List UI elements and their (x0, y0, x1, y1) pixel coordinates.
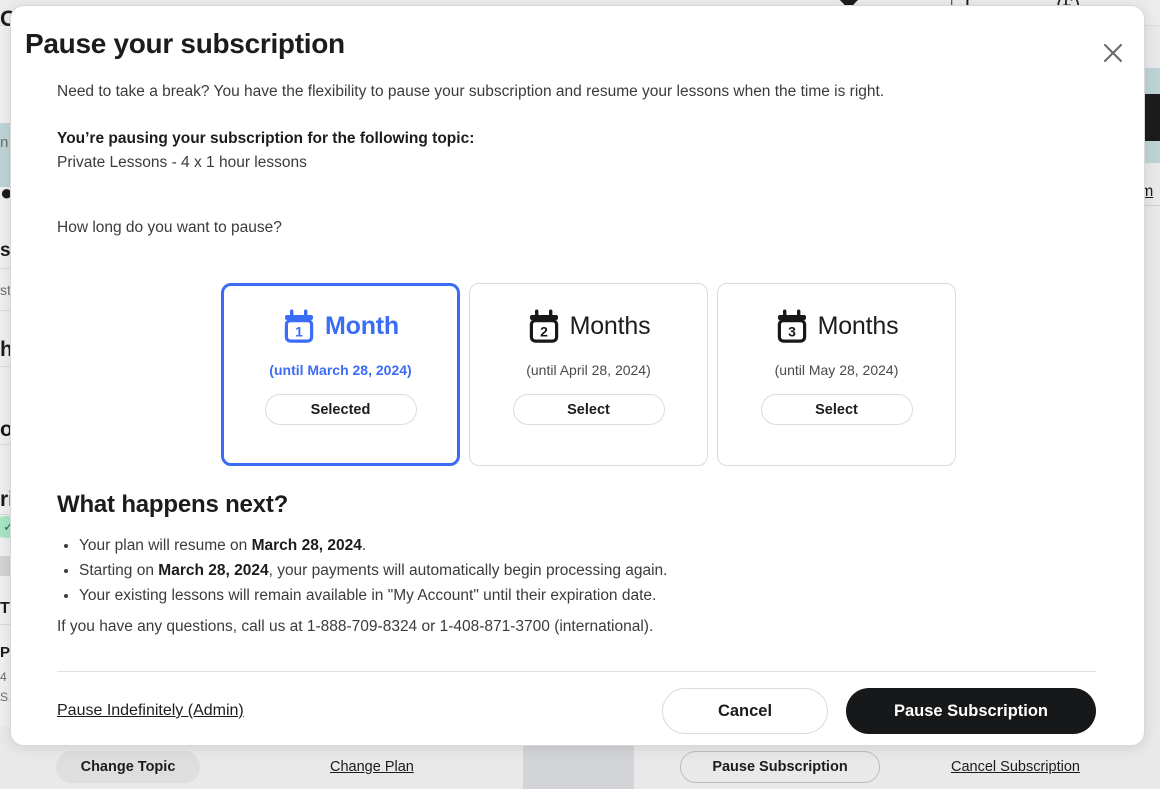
option-until-date: (until April 28, 2024) (526, 362, 651, 378)
cancel-button[interactable]: Cancel (662, 688, 828, 734)
calendar-2-icon: 2 (527, 308, 561, 344)
change-plan-link[interactable]: Change Plan (330, 751, 414, 783)
topic-label: You’re pausing your subscription for the… (57, 129, 475, 147)
pause-indefinitely-admin-link[interactable]: Pause Indefinitely (Admin) (57, 702, 244, 720)
duration-prompt: How long do you want to pause? (57, 218, 282, 236)
duration-options: 1 Month (until March 28, 2024) Selected (221, 283, 956, 466)
what-happens-next-list: Your plan will resume on March 28, 2024.… (57, 533, 1108, 608)
pause-subscription-button[interactable]: Pause Subscription (680, 751, 880, 783)
topic-value: Private Lessons - 4 x 1 hour lessons (57, 153, 307, 171)
screen-root: ✖ ❐ (£) O n ●O st st h os ri ✓ T P 4 S m (0, 0, 1160, 789)
option-header: 2 Months (527, 308, 651, 344)
calendar-1-icon: 1 (282, 308, 316, 344)
bullet-post-text: . (361, 537, 367, 554)
what-happens-next-title: What happens next? (57, 491, 289, 518)
modal-title: Pause your subscription (25, 28, 345, 59)
change-topic-button[interactable]: Change Topic (56, 751, 200, 783)
option-title: Months (569, 311, 651, 340)
bullet-bold-text: March 28, 2024 (158, 562, 269, 580)
duration-option-3-months[interactable]: 3 Months (until May 28, 2024) Select (717, 283, 956, 466)
background-action-bar: Change Topic Change Plan Pause Subscript… (0, 745, 1160, 789)
bullet-pre-text: Starting on (79, 562, 159, 580)
option-header: 1 Month (282, 308, 399, 344)
option-until-date: (until May 28, 2024) (774, 362, 899, 378)
calendar-badge-number: 1 (295, 323, 303, 339)
option-until-date: (until March 28, 2024) (269, 362, 412, 378)
list-item: Your plan will resume on March 28, 2024. (79, 533, 1108, 558)
option-title: Months (817, 311, 899, 340)
modal-body: Need to take a break? You have the flexi… (57, 82, 1108, 239)
list-item: Your existing lessons will remain availa… (79, 583, 1108, 608)
bullet-post-text: , your payments will automatically begin… (268, 562, 668, 580)
option-header: 3 Months (775, 308, 899, 344)
option-title: Month (325, 311, 399, 340)
modal-intro-text: Need to take a break? You have the flexi… (57, 83, 885, 100)
pause-subscription-modal: Pause your subscription Need to take a b… (10, 5, 1145, 746)
calendar-3-icon: 3 (775, 308, 809, 344)
calendar-badge-number: 2 (540, 323, 548, 339)
background-action-bar-block (523, 745, 634, 789)
cancel-subscription-link[interactable]: Cancel Subscription (951, 751, 1080, 783)
list-item: Starting on March 28, 2024, your payment… (79, 558, 1108, 583)
option-select-button[interactable]: Select (760, 394, 913, 425)
close-icon[interactable] (1096, 36, 1130, 70)
option-select-button[interactable]: Selected (264, 394, 417, 425)
calendar-badge-number: 3 (788, 323, 796, 339)
duration-option-1-month[interactable]: 1 Month (until March 28, 2024) Selected (221, 283, 460, 466)
option-select-button[interactable]: Select (512, 394, 665, 425)
bullet-bold-text: March 28, 2024 (251, 537, 362, 554)
bullet-pre-text: Your existing lessons will remain availa… (79, 587, 657, 605)
pause-subscription-button[interactable]: Pause Subscription (846, 688, 1096, 734)
bullet-pre-text: Your plan will resume on (79, 537, 252, 554)
footer-divider (57, 671, 1096, 672)
questions-text: If you have any questions, call us at 1-… (57, 618, 654, 636)
modal-footer: Pause Indefinitely (Admin) Cancel Pause … (57, 687, 1096, 735)
what-happens-next-section: What happens next? Your plan will resume… (57, 491, 1108, 638)
duration-option-2-months[interactable]: 2 Months (until April 28, 2024) Select (469, 283, 708, 466)
